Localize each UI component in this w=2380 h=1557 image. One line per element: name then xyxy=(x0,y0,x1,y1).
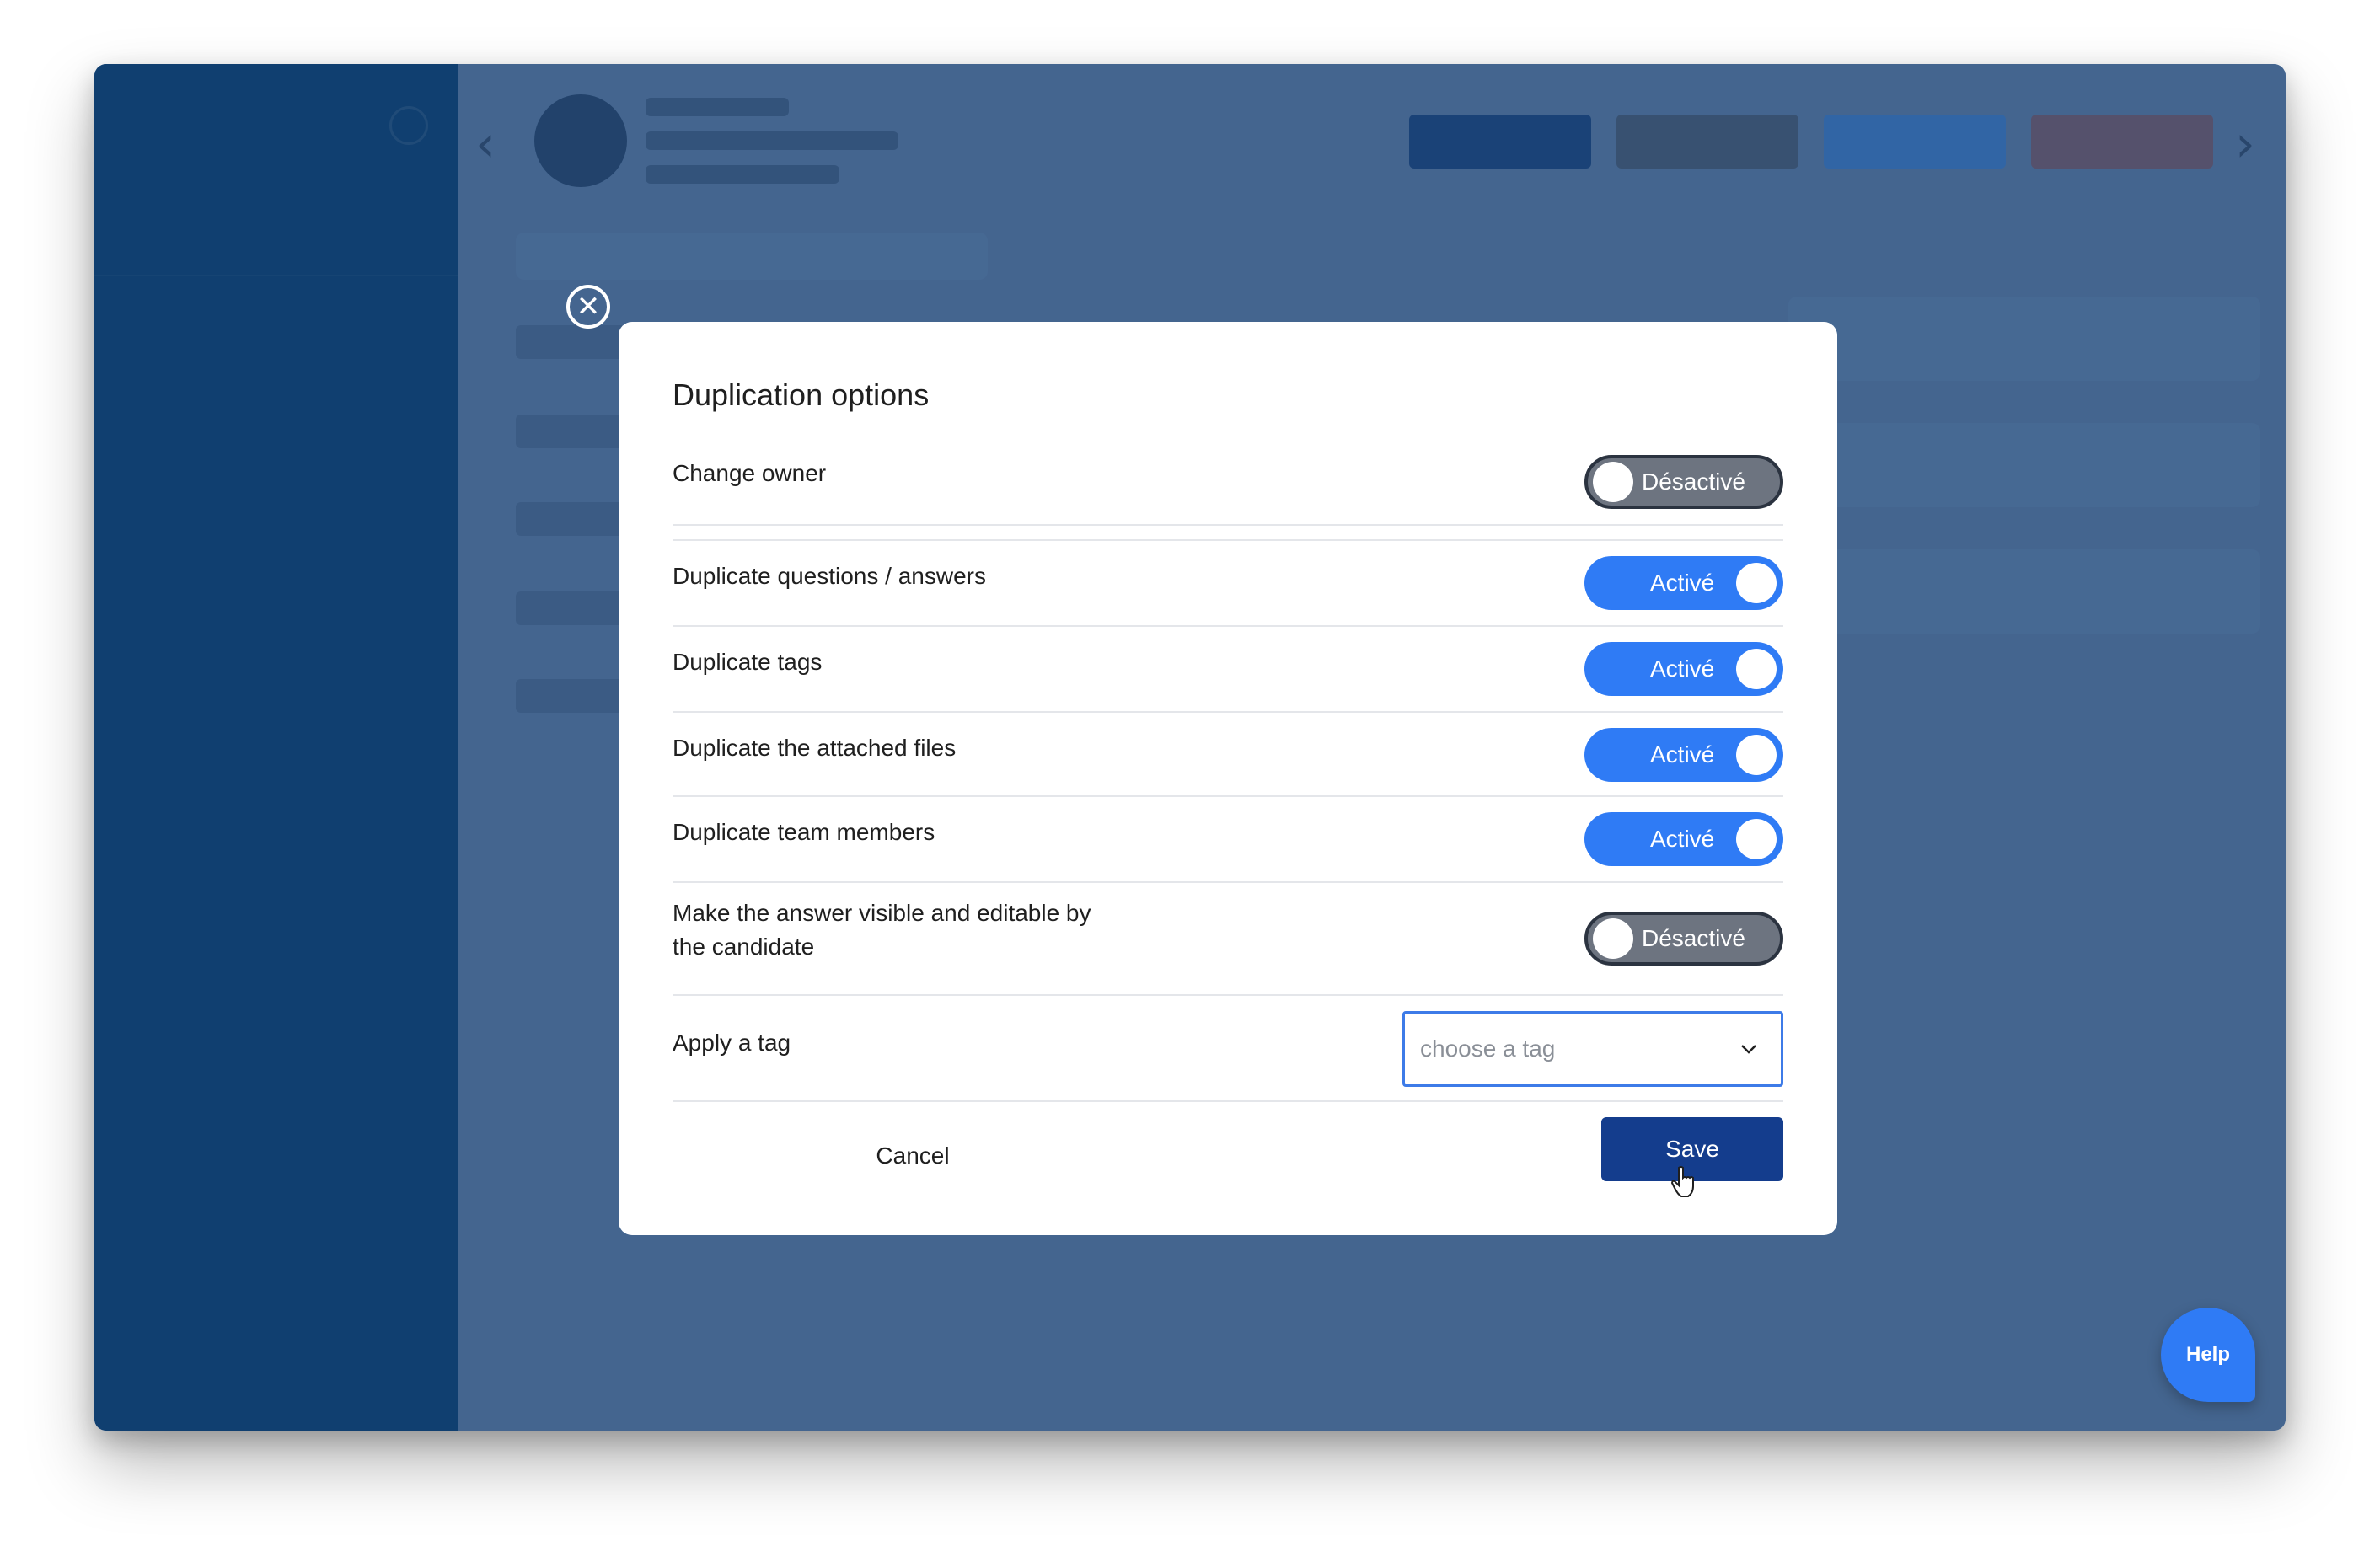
option-apply-tag: Apply a tag choose a tag xyxy=(673,996,1783,1102)
duplicate-questions-toggle[interactable]: Activé xyxy=(1584,556,1783,610)
hand-cursor-icon xyxy=(1670,1166,1694,1197)
toggle-knob xyxy=(1736,563,1777,603)
toggle-state: Activé xyxy=(1650,570,1715,596)
option-duplicate-team: Duplicate team members Activé xyxy=(673,797,1783,883)
option-label: Change owner xyxy=(673,460,827,486)
toggle-knob xyxy=(1736,649,1777,689)
toggle-knob xyxy=(1593,918,1633,959)
toggle-knob xyxy=(1736,819,1777,859)
option-duplicate-tags: Duplicate tags Activé xyxy=(673,627,1783,713)
duplication-options-modal: Duplication options Change owner Désacti… xyxy=(619,322,1837,1235)
tag-select-placeholder: choose a tag xyxy=(1420,1035,1556,1062)
duplicate-files-toggle[interactable]: Activé xyxy=(1584,728,1783,782)
option-label: Apply a tag xyxy=(673,1030,791,1056)
option-change-owner: Change owner Désactivé xyxy=(673,455,1783,526)
tag-select[interactable]: choose a tag xyxy=(1402,1011,1783,1087)
option-visible-candidate: Make the answer visible and editable by … xyxy=(673,883,1783,996)
cancel-button[interactable]: Cancel xyxy=(839,1124,986,1188)
toggle-state: Activé xyxy=(1650,826,1715,852)
change-owner-toggle[interactable]: Désactivé xyxy=(1584,455,1783,509)
option-label: Duplicate tags xyxy=(673,649,823,675)
close-icon[interactable]: ✕ xyxy=(566,285,610,329)
option-duplicate-questions: Duplicate questions / answers Activé xyxy=(673,541,1783,627)
visible-candidate-toggle[interactable]: Désactivé xyxy=(1584,912,1783,966)
toggle-state: Activé xyxy=(1650,655,1715,682)
duplicate-team-toggle[interactable]: Activé xyxy=(1584,812,1783,866)
toggle-state: Désactivé xyxy=(1642,468,1745,495)
duplicate-tags-toggle[interactable]: Activé xyxy=(1584,642,1783,696)
option-label: Make the answer visible and editable by … xyxy=(673,900,1091,960)
option-label: Duplicate team members xyxy=(673,819,935,845)
help-button[interactable]: Help xyxy=(2161,1308,2255,1402)
option-duplicate-files: Duplicate the attached files Activé xyxy=(673,713,1783,797)
option-label: Duplicate the attached files xyxy=(673,735,957,761)
chevron-down-icon xyxy=(1741,1045,1756,1054)
toggle-knob xyxy=(1736,735,1777,775)
option-label: Duplicate questions / answers xyxy=(673,563,986,589)
toggle-knob xyxy=(1593,462,1633,502)
toggle-state: Activé xyxy=(1650,741,1715,768)
toggle-state: Désactivé xyxy=(1642,925,1745,951)
modal-title: Duplication options xyxy=(673,377,930,412)
